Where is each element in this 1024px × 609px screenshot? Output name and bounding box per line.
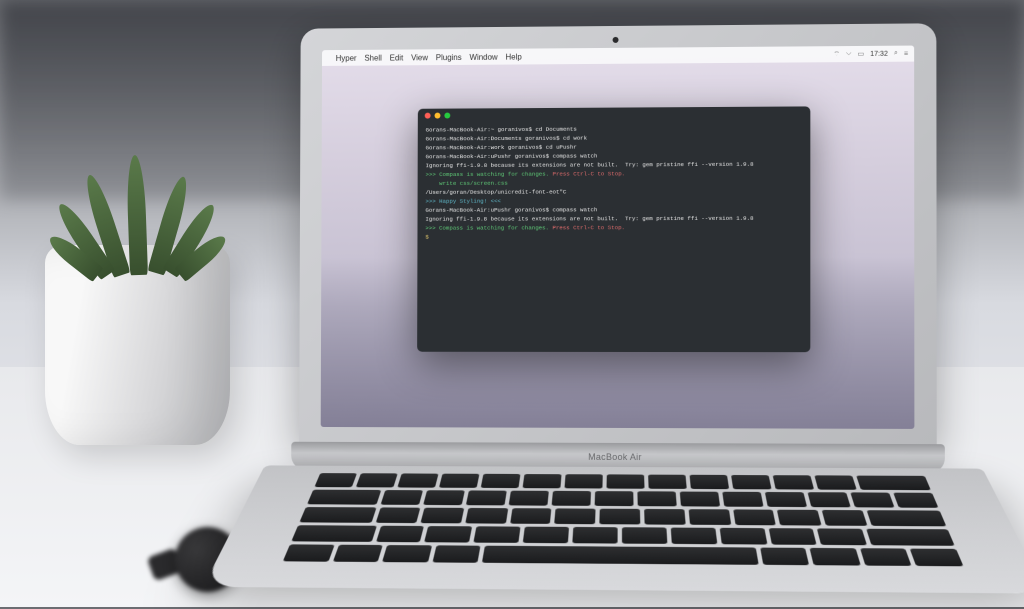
succulent-plant xyxy=(85,125,195,275)
close-icon[interactable] xyxy=(425,113,431,119)
bluetooth-icon[interactable]: ⌵ xyxy=(846,50,851,58)
menubar-item[interactable]: Edit xyxy=(390,53,404,62)
zoom-icon[interactable] xyxy=(444,113,450,119)
laptop: Hyper Shell Edit View Plugins Window Hel… xyxy=(299,23,1019,609)
menubar-app-name[interactable]: Hyper xyxy=(336,53,357,62)
webcam xyxy=(613,37,619,43)
notification-center-icon[interactable]: ≡ xyxy=(904,50,908,57)
menubar-item[interactable]: View xyxy=(411,53,428,62)
menubar-clock[interactable]: 17:32 xyxy=(870,50,888,57)
macos-menubar[interactable]: Hyper Shell Edit View Plugins Window Hel… xyxy=(322,46,914,66)
minimize-icon[interactable] xyxy=(435,113,441,119)
menubar-item[interactable]: Shell xyxy=(364,53,381,62)
screen-bezel: Hyper Shell Edit View Plugins Window Hel… xyxy=(299,23,937,451)
menubar-item[interactable]: Help xyxy=(505,52,521,61)
wifi-icon[interactable]: ⌔ xyxy=(833,50,840,59)
terminal-window[interactable]: Gorans-MacBook-Air:~ goranivos$ cd Docum… xyxy=(417,106,810,352)
menubar-item[interactable]: Window xyxy=(470,52,498,61)
battery-icon[interactable]: ▭ xyxy=(857,50,864,58)
laptop-model-text: MacBook Air xyxy=(588,452,642,462)
search-icon[interactable]: ⌕ xyxy=(894,50,898,58)
terminal-output[interactable]: Gorans-MacBook-Air:~ goranivos$ cd Docum… xyxy=(417,120,810,246)
menubar-item[interactable]: Plugins xyxy=(436,53,462,62)
screen: Hyper Shell Edit View Plugins Window Hel… xyxy=(321,46,915,429)
keyboard[interactable] xyxy=(203,465,1024,593)
